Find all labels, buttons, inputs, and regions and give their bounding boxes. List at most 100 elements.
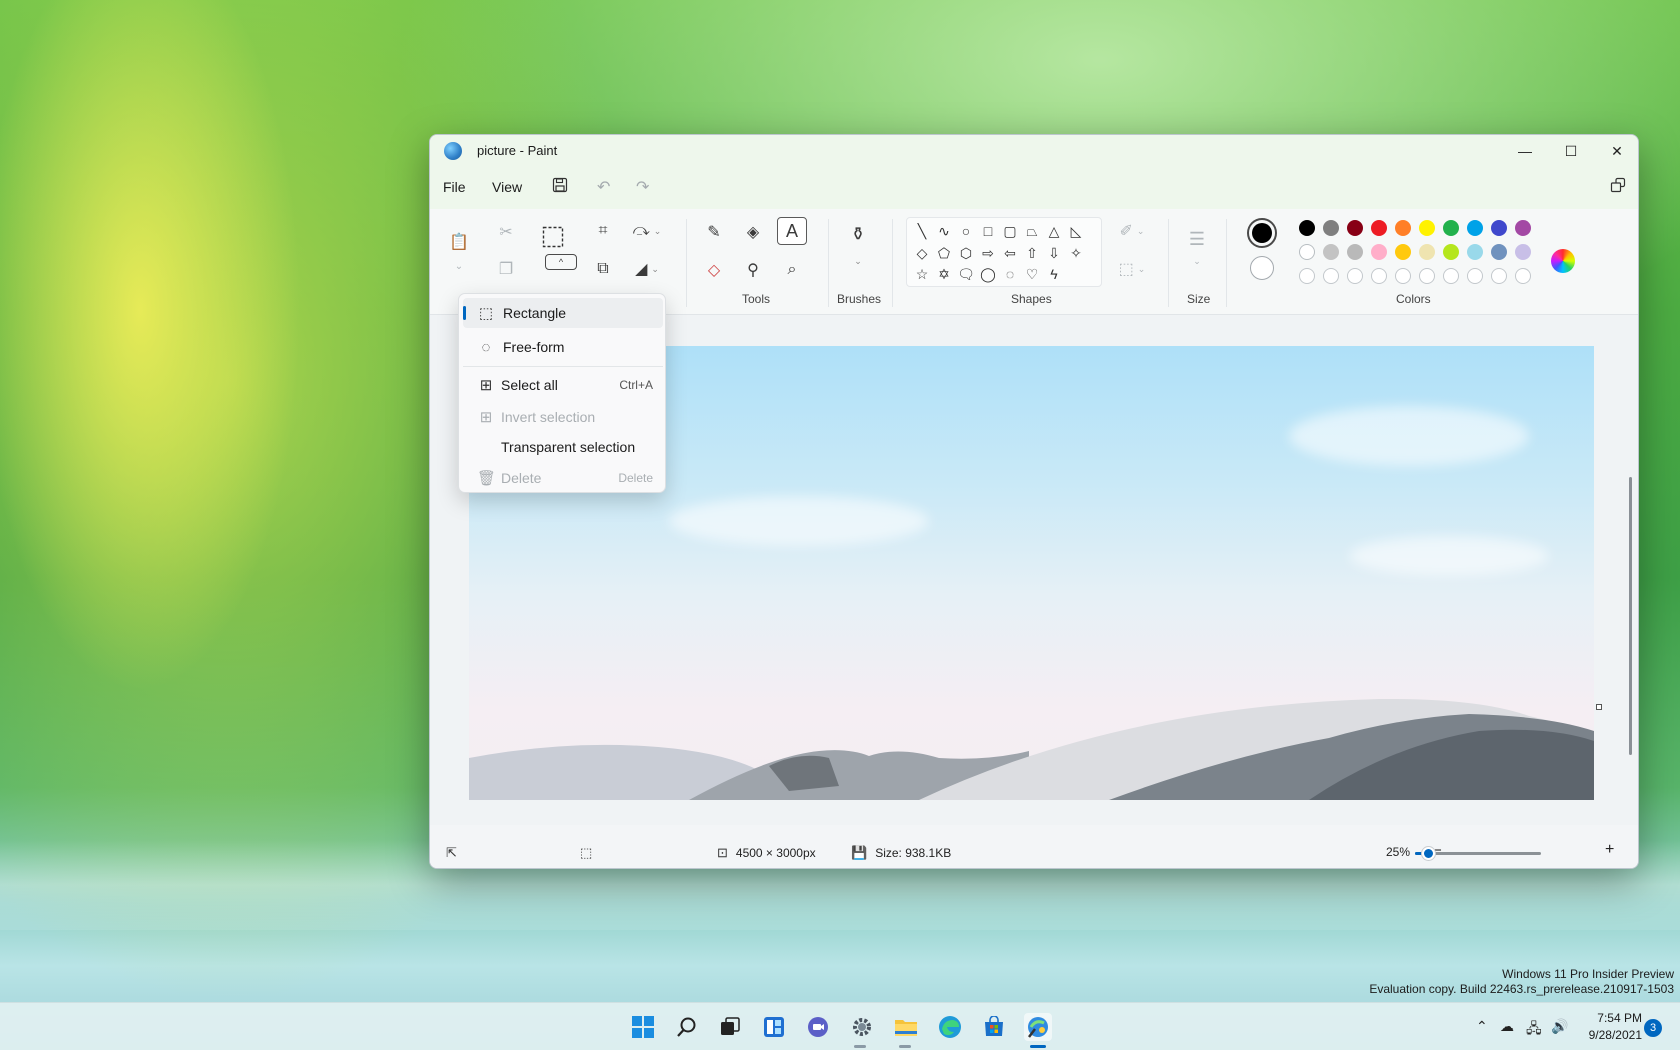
settings-gear-icon[interactable] xyxy=(848,1013,876,1041)
vertical-scrollbar[interactable] xyxy=(1629,477,1632,755)
fill-bucket-icon[interactable]: ◈ xyxy=(738,218,768,246)
zoom-slider-thumb[interactable] xyxy=(1421,847,1435,860)
custom-color-slot[interactable] xyxy=(1443,268,1459,284)
curve-shape-icon[interactable]: ∿ xyxy=(935,222,953,240)
color-swatch[interactable] xyxy=(1347,220,1363,236)
oval-shape-icon[interactable]: ○ xyxy=(957,222,975,240)
flip-icon[interactable]: ◢ ⌄ xyxy=(627,255,667,283)
magnifier-icon[interactable]: ⌕ xyxy=(777,256,807,284)
canvas-resize-handle[interactable] xyxy=(1596,704,1602,710)
line-shape-icon[interactable]: ╲ xyxy=(913,222,931,240)
polygon-shape-icon[interactable]: ⏢ xyxy=(1023,222,1041,240)
five-point-star-shape-icon[interactable]: ☆ xyxy=(913,265,931,283)
diamond-shape-icon[interactable]: ◇ xyxy=(913,244,931,262)
color-swatch[interactable] xyxy=(1419,244,1435,260)
pentagon-shape-icon[interactable]: ⬠ xyxy=(935,244,953,262)
outline-icon[interactable]: ✐ ⌄ xyxy=(1112,217,1152,245)
color-swatch[interactable] xyxy=(1515,244,1531,260)
color-swatch[interactable] xyxy=(1467,244,1483,260)
undo-icon[interactable]: ↶ xyxy=(597,177,610,197)
brush-icon[interactable]: ⚱ xyxy=(843,220,873,248)
color-swatch[interactable] xyxy=(1515,220,1531,236)
rotate-icon[interactable]: ⤼ ⌄ xyxy=(627,217,667,245)
system-clock[interactable]: 7:54 PM 9/28/2021 xyxy=(1580,1010,1642,1044)
copy-icon[interactable]: ❐ xyxy=(491,255,521,283)
menu-item-select-all[interactable]: ⊞ Select all Ctrl+A xyxy=(463,370,663,400)
zoom-slider[interactable] xyxy=(1415,847,1541,860)
edge-browser-icon[interactable] xyxy=(936,1013,964,1041)
color-swatch[interactable] xyxy=(1395,244,1411,260)
color-swatch[interactable] xyxy=(1491,220,1507,236)
share-icon[interactable] xyxy=(1610,177,1626,198)
menu-item-delete[interactable]: 🗑 Delete Delete xyxy=(463,463,663,493)
custom-color-slot[interactable] xyxy=(1299,268,1315,284)
select-dropdown-chevron-icon[interactable]: ^ xyxy=(545,254,577,270)
minimize-button[interactable]: — xyxy=(1502,135,1548,167)
custom-color-slot[interactable] xyxy=(1371,268,1387,284)
fill-icon[interactable]: ⬚ ⌄ xyxy=(1112,255,1152,283)
color-swatch[interactable] xyxy=(1299,244,1315,260)
custom-color-slot[interactable] xyxy=(1467,268,1483,284)
callout-rectangle-shape-icon[interactable]: 🗨 xyxy=(957,265,975,283)
start-button-windows-icon[interactable] xyxy=(629,1013,657,1041)
right-triangle-shape-icon[interactable]: ◺ xyxy=(1067,222,1085,240)
widgets-icon[interactable] xyxy=(760,1013,788,1041)
rectangle-shape-icon[interactable]: □ xyxy=(979,222,997,240)
color-swatch[interactable] xyxy=(1443,220,1459,236)
onedrive-cloud-icon[interactable]: ☁ xyxy=(1500,1018,1514,1035)
primary-color[interactable] xyxy=(1247,218,1277,248)
paint-taskbar-icon[interactable] xyxy=(1024,1013,1052,1041)
task-view-icon[interactable] xyxy=(716,1013,744,1041)
custom-color-slot[interactable] xyxy=(1515,268,1531,284)
color-swatch[interactable] xyxy=(1491,244,1507,260)
heart-shape-icon[interactable]: ♡ xyxy=(1023,265,1041,283)
color-swatch[interactable] xyxy=(1371,244,1387,260)
left-arrow-shape-icon[interactable]: ⇦ xyxy=(1001,244,1019,262)
callout-oval-shape-icon[interactable]: ◯ xyxy=(979,265,997,283)
up-arrow-shape-icon[interactable]: ⇧ xyxy=(1023,244,1041,262)
menu-item-invert-selection[interactable]: ⊞ Invert selection xyxy=(463,402,663,432)
menu-item-rectangle[interactable]: ⬚ Rectangle xyxy=(463,298,663,328)
save-icon[interactable] xyxy=(552,177,568,198)
show-hidden-icons-chevron-icon[interactable]: ⌃ xyxy=(1476,1018,1488,1035)
custom-color-slot[interactable] xyxy=(1323,268,1339,284)
brush-dropdown-chevron-icon[interactable]: ⌄ xyxy=(843,247,873,275)
paste-dropdown-chevron-icon[interactable]: ⌄ xyxy=(444,259,474,273)
custom-color-slot[interactable] xyxy=(1347,268,1363,284)
menu-item-transparent-selection[interactable]: Transparent selection xyxy=(463,432,663,462)
callout-cloud-shape-icon[interactable]: ◌ xyxy=(1001,265,1019,283)
color-swatch[interactable] xyxy=(1371,220,1387,236)
selection-rectangle-icon[interactable] xyxy=(538,223,568,251)
rounded-rectangle-shape-icon[interactable]: ▢ xyxy=(1001,222,1019,240)
right-arrow-shape-icon[interactable]: ⇨ xyxy=(979,244,997,262)
lightning-shape-icon[interactable]: ϟ xyxy=(1045,265,1063,283)
text-tool-icon[interactable]: A xyxy=(777,217,807,245)
chat-icon[interactable] xyxy=(804,1013,832,1041)
color-swatch[interactable] xyxy=(1443,244,1459,260)
network-icon[interactable]: 🖧 xyxy=(1526,1018,1542,1042)
triangle-shape-icon[interactable]: △ xyxy=(1045,222,1063,240)
volume-icon[interactable]: 🔊 xyxy=(1551,1018,1568,1035)
color-swatch[interactable] xyxy=(1347,244,1363,260)
zoom-level[interactable]: 25% xyxy=(1386,845,1410,859)
six-point-star-shape-icon[interactable]: ✡ xyxy=(935,265,953,283)
custom-color-slot[interactable] xyxy=(1419,268,1435,284)
resize-icon[interactable]: ⧉ xyxy=(588,255,618,283)
color-swatch[interactable] xyxy=(1395,220,1411,236)
color-swatch[interactable] xyxy=(1299,220,1315,236)
microsoft-store-icon[interactable] xyxy=(980,1013,1008,1041)
four-point-star-shape-icon[interactable]: ✧ xyxy=(1067,244,1085,262)
menu-file[interactable]: File xyxy=(443,179,466,195)
custom-color-slot[interactable] xyxy=(1491,268,1507,284)
hexagon-shape-icon[interactable]: ⬡ xyxy=(957,244,975,262)
maximize-button[interactable]: ☐ xyxy=(1548,135,1594,167)
pencil-icon[interactable]: ✎ xyxy=(699,218,729,246)
edit-colors-icon[interactable] xyxy=(1551,249,1575,273)
color-swatch[interactable] xyxy=(1323,244,1339,260)
secondary-color[interactable] xyxy=(1250,256,1274,280)
size-dropdown-chevron-icon[interactable]: ⌄ xyxy=(1182,247,1212,275)
redo-icon[interactable]: ↷ xyxy=(636,177,649,197)
custom-color-slot[interactable] xyxy=(1395,268,1411,284)
close-button[interactable]: ✕ xyxy=(1594,135,1638,167)
search-icon[interactable] xyxy=(673,1013,701,1041)
